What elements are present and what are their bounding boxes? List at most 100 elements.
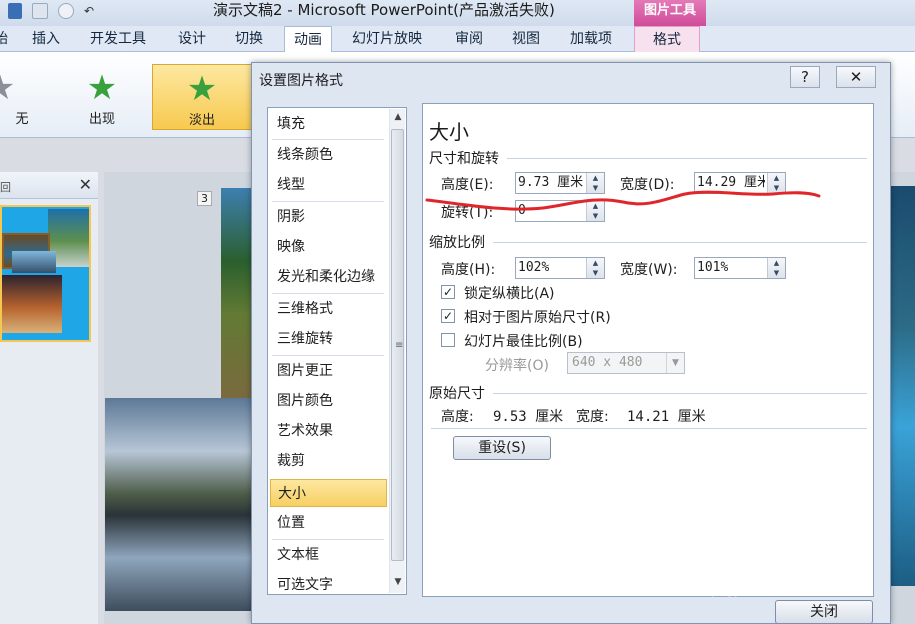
close-button[interactable]: 关闭 <box>775 600 873 624</box>
slide-thumbnail[interactable] <box>0 205 91 342</box>
slide-picture-mountain-lake[interactable] <box>105 398 261 611</box>
spin-down-icon[interactable]: ▼ <box>768 183 785 193</box>
rotation-spin-buttons[interactable]: ▲ ▼ <box>586 201 604 221</box>
category-alt-text[interactable]: 可选文字 <box>270 571 387 599</box>
best-scale-checkbox[interactable] <box>441 333 455 347</box>
close-icon[interactable]: ✕ <box>836 66 876 88</box>
spin-down-icon[interactable]: ▼ <box>587 183 604 193</box>
lock-aspect-ratio-checkbox[interactable]: ✓ <box>441 285 455 299</box>
original-width-value: 14.21 厘米 <box>627 409 706 425</box>
category-crop[interactable]: 裁剪 <box>270 447 387 475</box>
section-divider <box>431 428 867 429</box>
grip-icon: ≡ <box>395 340 404 351</box>
animation-appear[interactable]: ★ 出现 <box>57 64 147 130</box>
animation-none-label: 无 <box>15 112 29 127</box>
relative-original-size-checkbox[interactable]: ✓ <box>441 309 455 323</box>
panel-title: 大小 <box>429 120 469 144</box>
picture-tools-header: 图片工具 <box>634 0 706 26</box>
spin-down-icon[interactable]: ▼ <box>587 211 604 221</box>
scale-height-spin-buttons[interactable]: ▲ ▼ <box>586 258 604 278</box>
category-line-color[interactable]: 线条颜色 <box>270 141 387 169</box>
scroll-up-icon[interactable]: ▲ <box>392 112 404 124</box>
category-picture-corrections[interactable]: 图片更正 <box>270 357 387 385</box>
resolution-label: 分辨率(O) <box>485 358 549 374</box>
tab-format[interactable]: 格式 <box>634 26 700 52</box>
category-scrollbar[interactable]: ▲ ≡ ▼ <box>389 109 405 593</box>
category-divider <box>272 293 384 294</box>
width-label: 宽度(D): <box>620 177 675 193</box>
width-spinner[interactable]: 14.29 厘米 ▲ ▼ <box>694 172 786 194</box>
category-text-box[interactable]: 文本框 <box>270 541 387 569</box>
height-spin-buttons[interactable]: ▲ ▼ <box>586 173 604 193</box>
category-glow-soft-edges[interactable]: 发光和柔化边缘 <box>270 263 387 291</box>
reset-button[interactable]: 重设(S) <box>453 436 551 460</box>
tab-view[interactable]: 视图 <box>512 26 540 52</box>
undo-icon[interactable] <box>58 3 74 19</box>
tab-design[interactable]: 设计 <box>178 26 206 52</box>
scale-width-spin-buttons[interactable]: ▲ ▼ <box>767 258 785 278</box>
save-icon[interactable] <box>32 3 48 19</box>
outline-tab-icon[interactable]: 回 <box>0 179 11 195</box>
original-height-label: 高度: <box>441 409 474 425</box>
rotation-spinner[interactable]: 0 ▲ ▼ <box>515 200 605 222</box>
tab-review[interactable]: 审阅 <box>455 26 483 52</box>
thumbnail-picture <box>12 251 56 273</box>
chevron-down-icon: ▼ <box>666 353 684 373</box>
original-width-label: 宽度: <box>576 409 609 425</box>
spin-up-icon[interactable]: ▲ <box>587 258 604 268</box>
category-artistic-effects[interactable]: 艺术效果 <box>270 417 387 445</box>
spin-down-icon[interactable]: ▼ <box>768 268 785 278</box>
animation-none[interactable]: ★ 无 <box>0 64 45 130</box>
quick-access-toolbar: ↶ <box>8 3 94 19</box>
scrollbar-thumb[interactable]: ≡ <box>391 129 404 561</box>
width-spin-buttons[interactable]: ▲ ▼ <box>767 173 785 193</box>
category-divider <box>272 355 384 356</box>
category-list: 填充 线条颜色 线型 阴影 映像 发光和柔化边缘 三维格式 三维旋转 图片更正 … <box>267 107 407 595</box>
height-spinner[interactable]: 9.73 厘米 ▲ ▼ <box>515 172 605 194</box>
height-value: 9.73 厘米 <box>518 175 584 190</box>
help-icon[interactable]: ? <box>790 66 820 88</box>
tab-animations[interactable]: 动画 <box>284 26 332 53</box>
spin-up-icon[interactable]: ▲ <box>768 173 785 183</box>
spin-up-icon[interactable]: ▲ <box>768 258 785 268</box>
category-shadow[interactable]: 阴影 <box>270 203 387 231</box>
category-divider <box>272 139 384 140</box>
tab-developer[interactable]: 开发工具 <box>90 26 146 52</box>
scale-height-spinner[interactable]: 102% ▲ ▼ <box>515 257 605 279</box>
dialog-title: 设置图片格式 <box>259 73 343 89</box>
category-3d-rotation[interactable]: 三维旋转 <box>270 325 387 353</box>
scale-width-value: 101% <box>697 260 729 275</box>
section-scale: 缩放比例 <box>429 235 485 251</box>
spin-up-icon[interactable]: ▲ <box>587 201 604 211</box>
tab-insert[interactable]: 插入 <box>32 26 60 52</box>
star-icon: ★ <box>186 69 218 109</box>
scroll-down-icon[interactable]: ▼ <box>392 577 404 589</box>
thumbnail-picture <box>2 275 62 333</box>
category-picture-color[interactable]: 图片颜色 <box>270 387 387 415</box>
category-fill[interactable]: 填充 <box>270 110 387 138</box>
slide-number-badge: 3 <box>197 191 212 206</box>
ribbon-tabs: 始 插入 开发工具 设计 切换 动画 幻灯片放映 审阅 视图 加载项 格式 <box>0 26 915 53</box>
section-divider <box>507 158 867 159</box>
spin-up-icon[interactable]: ▲ <box>587 173 604 183</box>
resolution-dropdown: 640 x 480 ▼ <box>567 352 685 374</box>
baidu-watermark-url: jingyan.baidu.com <box>712 583 823 597</box>
redo-icon[interactable]: ↶ <box>84 3 94 19</box>
tab-transitions[interactable]: 切换 <box>235 26 263 52</box>
star-icon: ★ <box>0 70 45 106</box>
close-icon[interactable]: ✕ <box>79 175 92 194</box>
category-line-style[interactable]: 线型 <box>270 171 387 199</box>
width-value: 14.29 厘米 <box>697 175 765 190</box>
category-size[interactable]: 大小 <box>270 479 387 507</box>
relative-original-size-label: 相对于图片原始尺寸(R) <box>464 310 611 326</box>
tab-home[interactable]: 始 <box>0 26 8 52</box>
category-3d-format[interactable]: 三维格式 <box>270 295 387 323</box>
scale-width-spinner[interactable]: 101% ▲ ▼ <box>694 257 786 279</box>
app-icon[interactable] <box>8 3 22 19</box>
category-reflection[interactable]: 映像 <box>270 233 387 261</box>
category-position[interactable]: 位置 <box>270 509 387 537</box>
tab-addins[interactable]: 加载项 <box>570 26 612 52</box>
tab-slideshow[interactable]: 幻灯片放映 <box>352 26 422 52</box>
spin-down-icon[interactable]: ▼ <box>587 268 604 278</box>
animation-fade[interactable]: ★ 淡出 <box>152 64 252 130</box>
